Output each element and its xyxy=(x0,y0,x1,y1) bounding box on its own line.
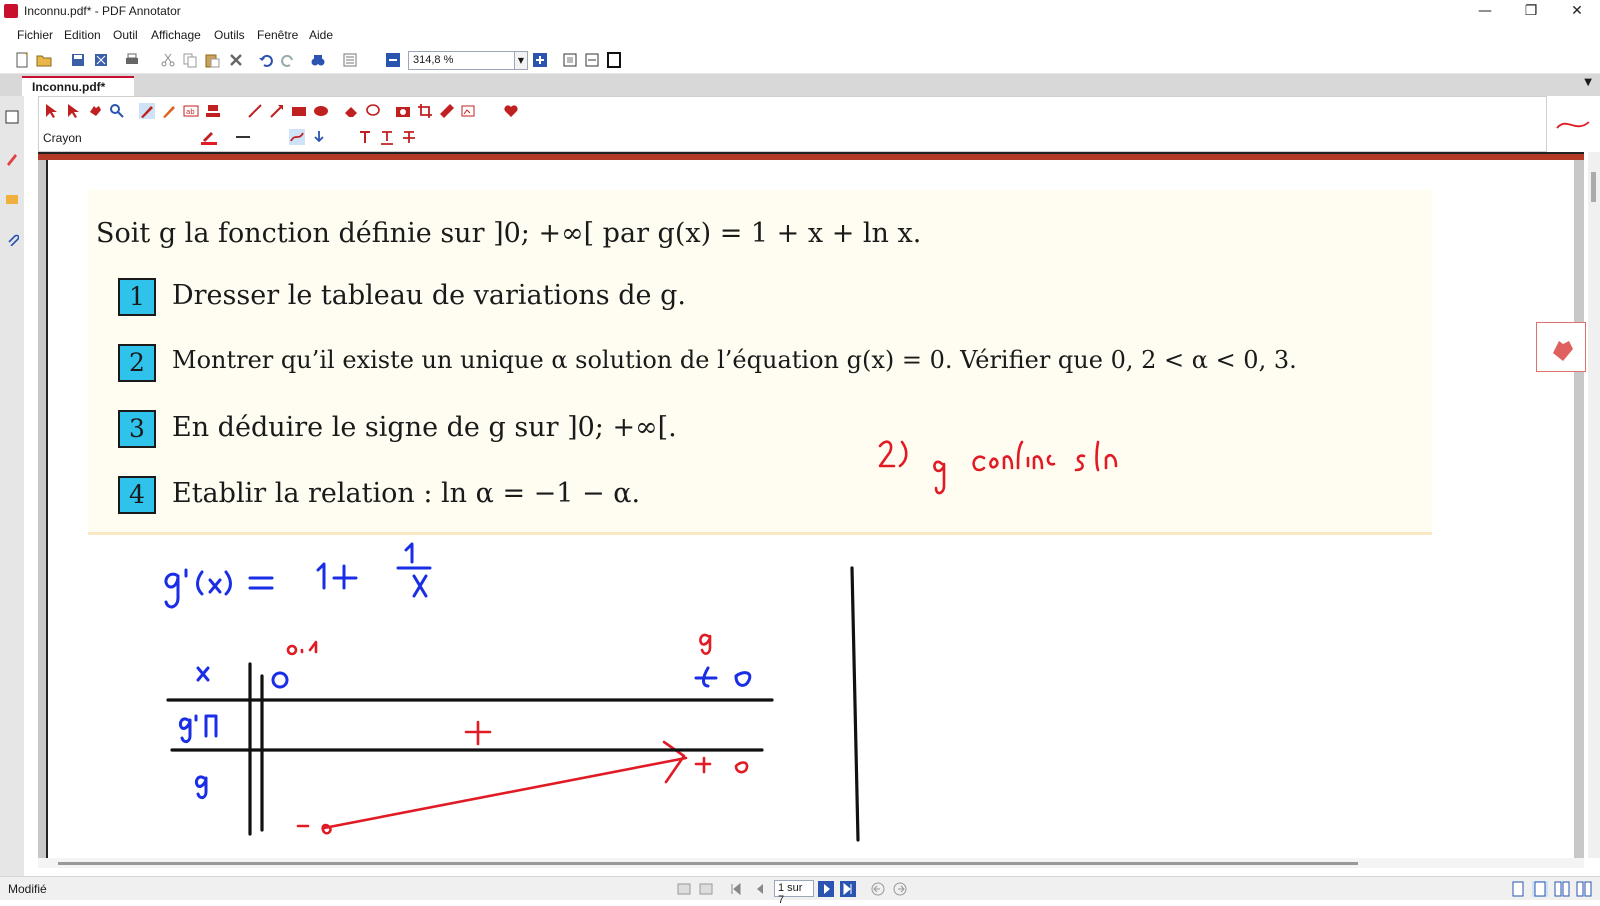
two-page-view-icon[interactable] xyxy=(1554,881,1570,897)
last-page-icon[interactable] xyxy=(840,881,856,897)
vertical-scroll-thumb[interactable] xyxy=(1591,172,1596,202)
blue-ink-derivative xyxy=(164,542,752,800)
single-page-view-icon[interactable] xyxy=(1510,881,1526,897)
navigate-back-icon[interactable] xyxy=(870,881,886,897)
hand-pointer-icon xyxy=(1553,341,1573,361)
red-ink-note-continue xyxy=(878,440,1118,495)
previous-view-icon[interactable] xyxy=(676,881,692,897)
vertical-scrollbar[interactable] xyxy=(1588,152,1600,858)
navigate-forward-icon[interactable] xyxy=(892,881,908,897)
horizontal-scroll-thumb[interactable] xyxy=(58,862,1358,865)
page-number-input[interactable]: 1 sur 7 xyxy=(774,880,814,906)
status-bar: Modifié 1 sur 7 xyxy=(0,876,1600,906)
document-status: Modifié xyxy=(8,882,47,896)
next-page-icon[interactable] xyxy=(818,881,834,897)
handwritten-ink-layer xyxy=(164,440,1118,842)
hand-tool-floating-button[interactable] xyxy=(1536,322,1586,372)
two-page-continuous-view-icon[interactable] xyxy=(1576,881,1592,897)
next-view-icon[interactable] xyxy=(698,881,714,897)
red-ink-table-annotations xyxy=(286,633,749,835)
continuous-view-icon[interactable] xyxy=(1532,881,1548,897)
horizontal-scrollbar[interactable] xyxy=(38,858,1584,868)
black-ink-table-lines xyxy=(166,566,860,842)
first-page-icon[interactable] xyxy=(728,881,744,897)
previous-page-icon[interactable] xyxy=(752,881,768,897)
